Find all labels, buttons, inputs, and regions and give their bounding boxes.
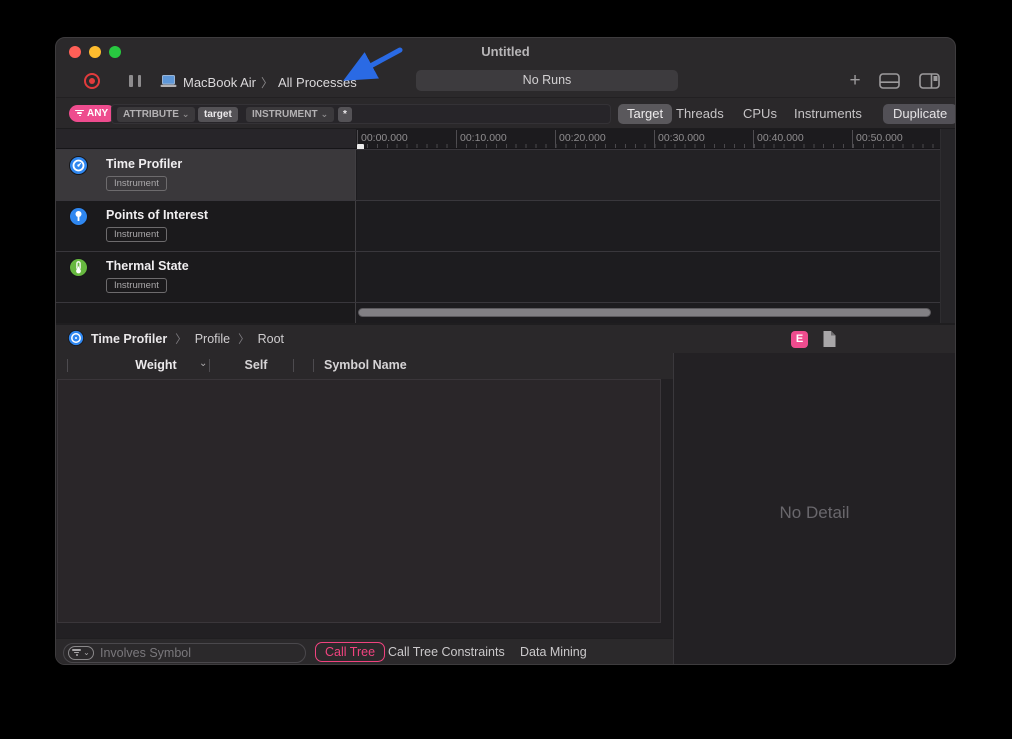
- track-filter-tabs: Target Threads CPUs Instruments Duplicat…: [614, 104, 955, 124]
- screenshot-canvas: Untitled MacBook Air 〉 All Processes No Ru…: [0, 0, 1012, 739]
- call-tree-constraints-button[interactable]: Call Tree Constraints: [388, 645, 505, 659]
- instrument-badge: Instrument: [106, 278, 167, 293]
- pane-divider[interactable]: [673, 353, 674, 665]
- duplicate-button[interactable]: Duplicate: [883, 104, 956, 124]
- chevron-right-icon: 〉: [261, 76, 273, 90]
- instrument-name: Time Profiler: [106, 157, 182, 171]
- filter-options-icon[interactable]: ⌄: [68, 646, 94, 660]
- timeline-scroll-row: [56, 302, 955, 323]
- instrument-badge: Instrument: [106, 227, 167, 242]
- instrument-row-points-of-interest[interactable]: Points of Interest Instrument: [56, 200, 955, 251]
- time-profiler-icon: [69, 156, 88, 180]
- time-ruler[interactable]: 00:00.000 00:10.000 00:20.000 00:30.000 …: [356, 129, 955, 149]
- filter-token-attribute[interactable]: ATTRIBUTE⌄: [117, 107, 195, 122]
- any-label: ANY: [87, 108, 108, 119]
- instrument-name: Thermal State: [106, 259, 189, 273]
- filter-token-instrument[interactable]: INSTRUMENT⌄: [246, 107, 334, 122]
- table-header: Weight ⌄ Self Symbol Name: [56, 353, 673, 379]
- detail-header-bar: Time Profiler 〉 Profile 〉 Root E: [56, 323, 955, 353]
- horizontal-scrollbar[interactable]: [358, 308, 931, 317]
- breadcrumb-item[interactable]: Profile: [195, 332, 230, 346]
- filter-token-target[interactable]: target: [198, 107, 238, 122]
- extended-detail-button[interactable]: E: [791, 331, 808, 348]
- filter-token-field[interactable]: ATTRIBUTE⌄ target INSTRUMENT⌄ *: [111, 104, 611, 124]
- sort-chevron-icon: ⌄: [199, 358, 207, 369]
- macbook-device-icon: [160, 75, 177, 93]
- toolbar: MacBook Air 〉 All Processes No Runs +: [56, 66, 955, 97]
- detail-area: Weight ⌄ Self Symbol Name ⌄ Invo: [56, 353, 955, 665]
- window-title: Untitled: [56, 44, 955, 59]
- split-horizontal-icon: [879, 73, 900, 89]
- column-header-symbol-name[interactable]: Symbol Name: [324, 358, 407, 372]
- filter-placeholder: Involves Symbol: [100, 646, 191, 660]
- instruments-window: Untitled MacBook Air 〉 All Processes No Ru…: [55, 37, 956, 665]
- strategy-view-button[interactable]: [876, 70, 902, 92]
- chevron-down-icon: ⌄: [83, 649, 90, 657]
- column-header-weight[interactable]: Weight: [116, 358, 196, 372]
- inspector-pane: No Detail: [674, 353, 955, 665]
- device-name: MacBook Air: [183, 75, 256, 90]
- data-mining-button[interactable]: Data Mining: [520, 645, 587, 659]
- chevron-down-icon: ⌄: [182, 109, 190, 119]
- instrument-badge: Instrument: [106, 176, 167, 191]
- symbol-filter-input[interactable]: ⌄ Involves Symbol: [63, 643, 306, 663]
- bottom-bar: ⌄ Involves Symbol Call Tree Call Tree Co…: [56, 638, 673, 665]
- record-button[interactable]: [84, 73, 100, 89]
- document-icon[interactable]: [822, 330, 837, 353]
- tab-threads[interactable]: Threads: [676, 104, 724, 124]
- ruler-minor-ticks: [357, 144, 955, 148]
- filter-token-wildcard[interactable]: *: [338, 107, 352, 122]
- track-lane[interactable]: [357, 201, 940, 251]
- tab-target[interactable]: Target: [618, 104, 672, 124]
- target-name: All Processes: [278, 75, 357, 90]
- instrument-row-time-profiler[interactable]: Time Profiler Instrument: [56, 149, 955, 200]
- chevron-right-icon: 〉: [238, 331, 250, 347]
- title-bar: Untitled: [56, 38, 955, 66]
- filter-match-any-pill[interactable]: ANY: [69, 105, 116, 122]
- instrument-name: Points of Interest: [106, 208, 208, 222]
- breadcrumb[interactable]: Time Profiler 〉 Profile 〉 Root: [68, 325, 284, 353]
- sidebar-right-icon: [919, 73, 940, 89]
- track-lane[interactable]: [357, 252, 940, 302]
- filter-bar: ANY ATTRIBUTE⌄ target INSTRUMENT⌄ * Targ…: [56, 97, 955, 129]
- track-lane[interactable]: [357, 150, 940, 200]
- ruler-corner: [56, 129, 356, 149]
- inspector-toggle-button[interactable]: [916, 70, 942, 92]
- chevron-down-icon: ⌄: [321, 109, 329, 119]
- call-tree-pane: Weight ⌄ Self Symbol Name ⌄ Invo: [56, 353, 673, 665]
- pause-button[interactable]: [129, 75, 141, 87]
- run-status-pill: No Runs: [416, 70, 678, 91]
- chevron-right-icon: 〉: [175, 331, 187, 347]
- thermal-state-icon: [69, 258, 88, 282]
- tab-cpus[interactable]: CPUs: [743, 104, 777, 124]
- breadcrumb-item[interactable]: Time Profiler: [91, 332, 167, 346]
- add-instrument-button[interactable]: +: [842, 70, 868, 92]
- plus-icon: +: [849, 70, 860, 92]
- call-tree-button[interactable]: Call Tree: [315, 642, 385, 662]
- column-header-self[interactable]: Self: [221, 358, 291, 372]
- track-area: 00:00.000 00:10.000 00:20.000 00:30.000 …: [56, 129, 955, 323]
- no-detail-label: No Detail: [674, 503, 955, 523]
- time-profiler-icon: [68, 330, 84, 349]
- track-right-margin: [940, 129, 955, 323]
- points-of-interest-icon: [69, 207, 88, 231]
- breadcrumb-item[interactable]: Root: [258, 332, 284, 346]
- device-target-selector[interactable]: MacBook Air 〉 All Processes: [183, 74, 357, 91]
- tab-instruments[interactable]: Instruments: [794, 104, 862, 124]
- call-tree-table-body[interactable]: [57, 379, 661, 623]
- instrument-row-thermal-state[interactable]: Thermal State Instrument: [56, 251, 955, 302]
- filter-icon: [75, 110, 84, 118]
